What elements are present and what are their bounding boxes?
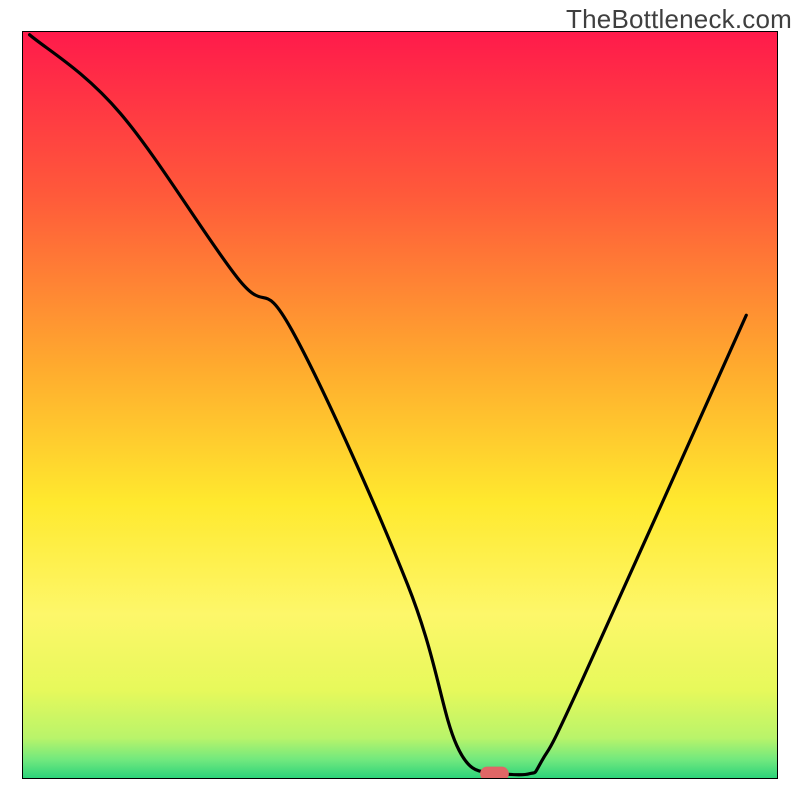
gradient-background	[22, 31, 778, 779]
chart-container: TheBottleneck.com	[0, 0, 800, 800]
watermark-text: TheBottleneck.com	[566, 4, 792, 35]
plot-area	[22, 31, 778, 781]
bottleneck-chart	[0, 0, 800, 800]
